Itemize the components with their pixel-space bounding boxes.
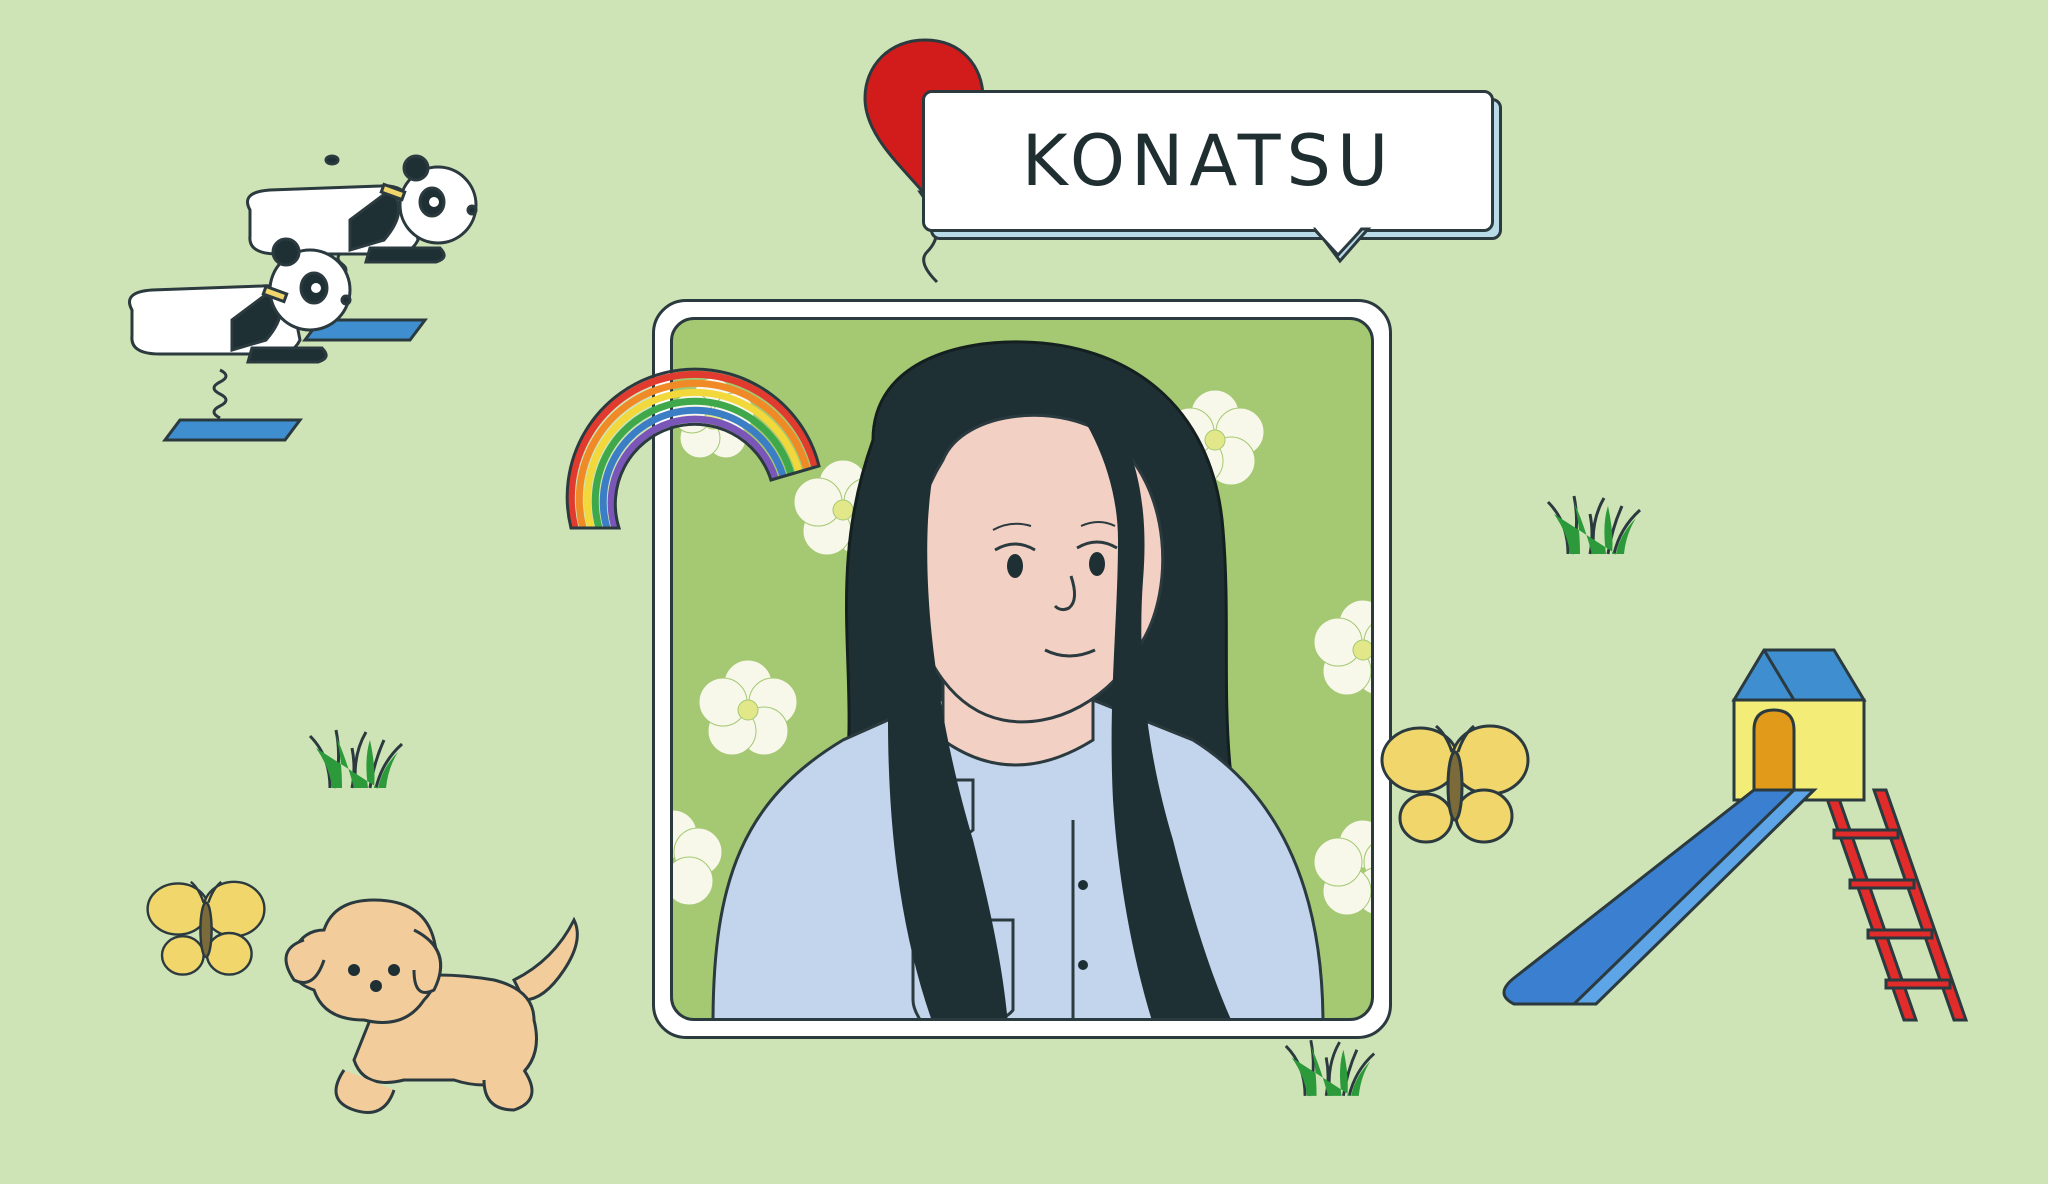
name-tag-text: KONATSU xyxy=(1021,120,1395,202)
butterfly-icon xyxy=(146,880,266,976)
grass-tuft-icon xyxy=(1546,495,1642,555)
panda-spring-rider-icon xyxy=(128,154,478,442)
grass-tuft-icon xyxy=(308,729,404,789)
name-tag-bubble: KONATSU xyxy=(922,90,1502,264)
speech-pointer-icon xyxy=(1312,226,1372,264)
illustration-canvas: KONATSU xyxy=(0,0,2048,1184)
playground-slide-icon xyxy=(1502,648,1969,1022)
grass-tuft-icon xyxy=(1284,1039,1376,1097)
dog-icon xyxy=(284,898,579,1114)
rainbow-icon xyxy=(565,367,821,530)
name-tag-card: KONATSU xyxy=(922,90,1494,232)
